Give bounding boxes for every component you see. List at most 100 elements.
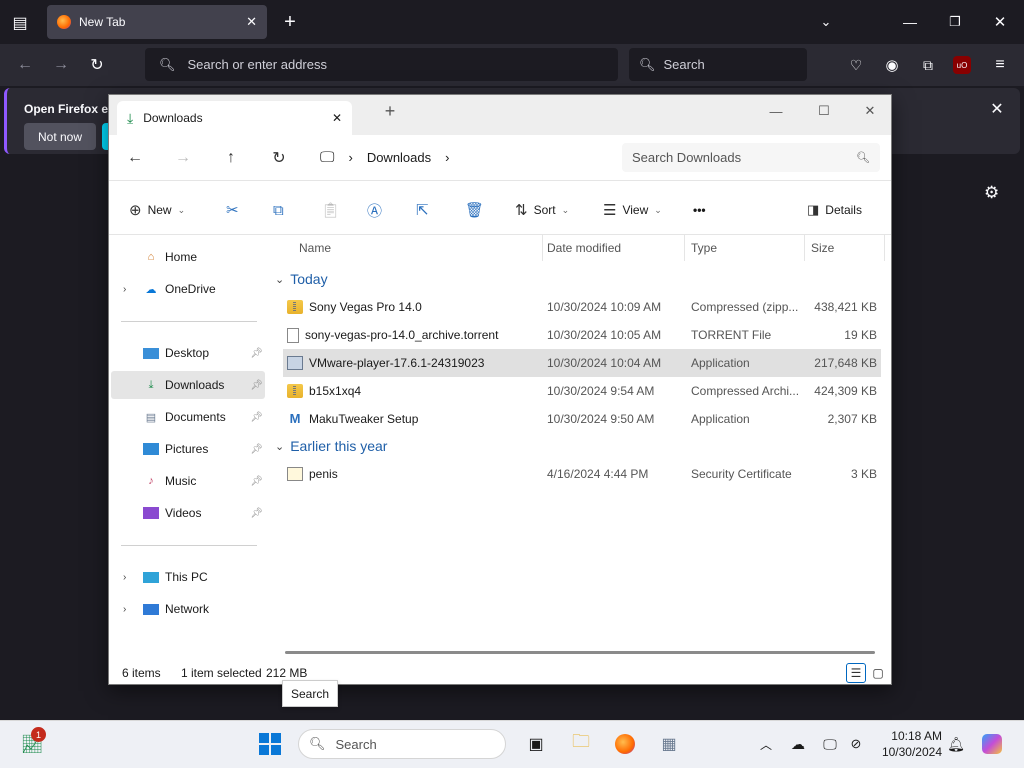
- column-size[interactable]: Size: [805, 235, 885, 261]
- sort-button[interactable]: ⇅ Sort ⌄: [515, 199, 569, 221]
- paste-button[interactable]: 📋︎: [321, 199, 340, 221]
- group-earlier-this-year[interactable]: ⌄ Earlier this year: [275, 434, 387, 458]
- nav-item-this-pc[interactable]: › This PC: [111, 563, 265, 591]
- table-row[interactable]: sony-vegas-pro-14.0_archive.torrent 10/3…: [283, 321, 881, 349]
- chevron-down-icon[interactable]: ⌄: [816, 12, 836, 32]
- cloud-off-icon[interactable]: ☁: [788, 730, 808, 758]
- nav-item-onedrive[interactable]: › ☁ OneDrive: [111, 275, 265, 303]
- explorer-tab-downloads[interactable]: ⤓ Downloads ✕: [117, 101, 352, 135]
- nav-item-documents[interactable]: ▤ Documents 📌︎: [111, 403, 265, 431]
- installer-taskbar-icon[interactable]: ▦: [655, 730, 683, 758]
- chevron-right-icon[interactable]: ›: [123, 284, 126, 295]
- column-date-modified[interactable]: Date modified: [541, 235, 685, 261]
- extensions-icon[interactable]: ⧉: [917, 54, 939, 76]
- pin-icon[interactable]: 📌︎: [250, 380, 263, 391]
- new-tab-icon[interactable]: +: [367, 99, 413, 123]
- minimize-icon[interactable]: —: [753, 99, 799, 123]
- new-tab-icon[interactable]: +: [280, 11, 300, 33]
- column-name[interactable]: Name: [293, 235, 543, 261]
- minimize-icon[interactable]: —: [900, 12, 920, 32]
- tiles-view-icon[interactable]: ▢: [868, 663, 888, 683]
- not-now-button[interactable]: Not now: [24, 123, 96, 150]
- forward-icon[interactable]: →: [171, 147, 195, 169]
- pocket-icon[interactable]: ♡: [845, 54, 867, 76]
- details-view-icon[interactable]: ☰: [846, 663, 866, 683]
- restore-icon[interactable]: ❐: [945, 12, 965, 32]
- view-button[interactable]: ☰ View ⌄: [603, 199, 662, 221]
- chevron-right-icon[interactable]: ›: [123, 572, 126, 583]
- account-icon[interactable]: ◉: [881, 54, 903, 76]
- pin-icon[interactable]: 📌︎: [250, 508, 263, 519]
- browser-search-box[interactable]: 🔍︎ Search: [629, 48, 807, 81]
- taskbar-search[interactable]: 🔍︎ Search: [298, 729, 506, 759]
- pin-icon[interactable]: 📌︎: [250, 444, 263, 455]
- explorer-search-input[interactable]: Search Downloads 🔍︎: [622, 143, 880, 172]
- breadcrumb[interactable]: 🖵︎ › Downloads ›: [314, 141, 604, 173]
- notification-close-icon[interactable]: ✕: [986, 98, 1008, 120]
- bell-icon[interactable]: 🔔︎: [946, 730, 966, 758]
- browser-tab-new-tab[interactable]: New Tab ✕: [47, 5, 267, 39]
- chevron-right-icon[interactable]: ›: [445, 150, 449, 165]
- close-tab-icon[interactable]: ✕: [332, 111, 342, 125]
- nav-item-downloads[interactable]: ⤓ Downloads 📌︎: [111, 371, 265, 399]
- this-pc-icon[interactable]: 🖵︎: [320, 149, 334, 166]
- table-row[interactable]: M MakuTweaker Setup 10/30/2024 9:50 AM Ap…: [283, 405, 881, 433]
- gear-icon[interactable]: ⚙: [984, 183, 999, 203]
- rename-button[interactable]: Ⓐ: [367, 199, 382, 221]
- copy-button[interactable]: ⧉: [273, 199, 284, 221]
- chevron-right-icon[interactable]: ›: [123, 604, 126, 615]
- column-type[interactable]: Type: [685, 235, 805, 261]
- maximize-icon[interactable]: ☐: [801, 99, 847, 123]
- group-today[interactable]: ⌄ Today: [275, 267, 328, 291]
- explorer-tab-title: Downloads: [143, 111, 203, 125]
- forward-icon[interactable]: →: [50, 54, 72, 76]
- horizontal-scrollbar[interactable]: [285, 651, 875, 654]
- browser-search-placeholder: Search: [663, 57, 705, 72]
- pin-icon[interactable]: 📌︎: [250, 476, 263, 487]
- cut-button[interactable]: ✂: [226, 199, 239, 221]
- breadcrumb-downloads[interactable]: Downloads: [367, 150, 431, 165]
- pin-icon[interactable]: 📌︎: [250, 412, 263, 423]
- delete-button[interactable]: 🗑︎: [465, 199, 484, 221]
- file-size: 217,648 KB: [814, 356, 877, 370]
- more-options-button[interactable]: •••: [693, 199, 706, 221]
- firefox-taskbar-icon[interactable]: [611, 730, 639, 758]
- reload-icon[interactable]: ↻: [86, 54, 108, 76]
- pictures-icon: [143, 443, 159, 455]
- url-bar[interactable]: 🔍︎ Search or enter address: [145, 48, 618, 81]
- new-button[interactable]: ⊕ New ⌄: [129, 199, 185, 221]
- nav-item-desktop[interactable]: Desktop 📌︎: [111, 339, 265, 367]
- network-off-icon[interactable]: ⊘: [846, 730, 866, 758]
- chevron-up-icon[interactable]: ︿: [756, 730, 776, 758]
- details-button[interactable]: ◨ Details: [807, 199, 862, 221]
- table-row-selected[interactable]: VMware-player-17.6.1-24319023 10/30/2024…: [283, 349, 881, 377]
- table-row[interactable]: Sony Vegas Pro 14.0 10/30/2024 10:09 AM …: [283, 293, 881, 321]
- file-explorer-taskbar-icon[interactable]: 🗀︎: [567, 730, 595, 758]
- up-icon[interactable]: ↑: [219, 147, 243, 169]
- display-icon[interactable]: 🖵︎: [820, 730, 840, 758]
- task-view-icon[interactable]: ▣: [522, 730, 550, 758]
- nav-item-videos[interactable]: Videos 📌︎: [111, 499, 265, 527]
- nav-item-home[interactable]: ⌂ Home: [111, 243, 265, 271]
- pin-icon[interactable]: 📌︎: [250, 348, 263, 359]
- refresh-icon[interactable]: ↻: [267, 147, 291, 169]
- menu-icon[interactable]: ≡: [989, 54, 1011, 76]
- nav-item-network[interactable]: › Network: [111, 595, 265, 623]
- share-button[interactable]: ⇱: [416, 199, 429, 221]
- table-row[interactable]: penis 4/16/2024 4:44 PM Security Certifi…: [283, 460, 881, 488]
- chevron-down-icon: ⌄: [654, 204, 662, 215]
- close-window-icon[interactable]: ✕: [990, 12, 1010, 32]
- close-window-icon[interactable]: ✕: [847, 99, 893, 123]
- copilot-icon[interactable]: [980, 730, 1004, 758]
- table-row[interactable]: b15x1xq4 10/30/2024 9:54 AM Compressed A…: [283, 377, 881, 405]
- clock[interactable]: 10:18 AM 10/30/2024: [876, 728, 942, 760]
- close-tab-icon[interactable]: ✕: [246, 14, 257, 30]
- ublock-icon[interactable]: uO: [953, 56, 971, 74]
- start-button[interactable]: [256, 730, 284, 758]
- notification-badge: 1: [31, 727, 46, 742]
- nav-item-pictures[interactable]: Pictures 📌︎: [111, 435, 265, 463]
- nav-item-music[interactable]: ♪ Music 📌︎: [111, 467, 265, 495]
- back-icon[interactable]: ←: [14, 54, 36, 76]
- back-icon[interactable]: ←: [123, 147, 147, 169]
- tab-list-icon[interactable]: ▤: [10, 13, 30, 33]
